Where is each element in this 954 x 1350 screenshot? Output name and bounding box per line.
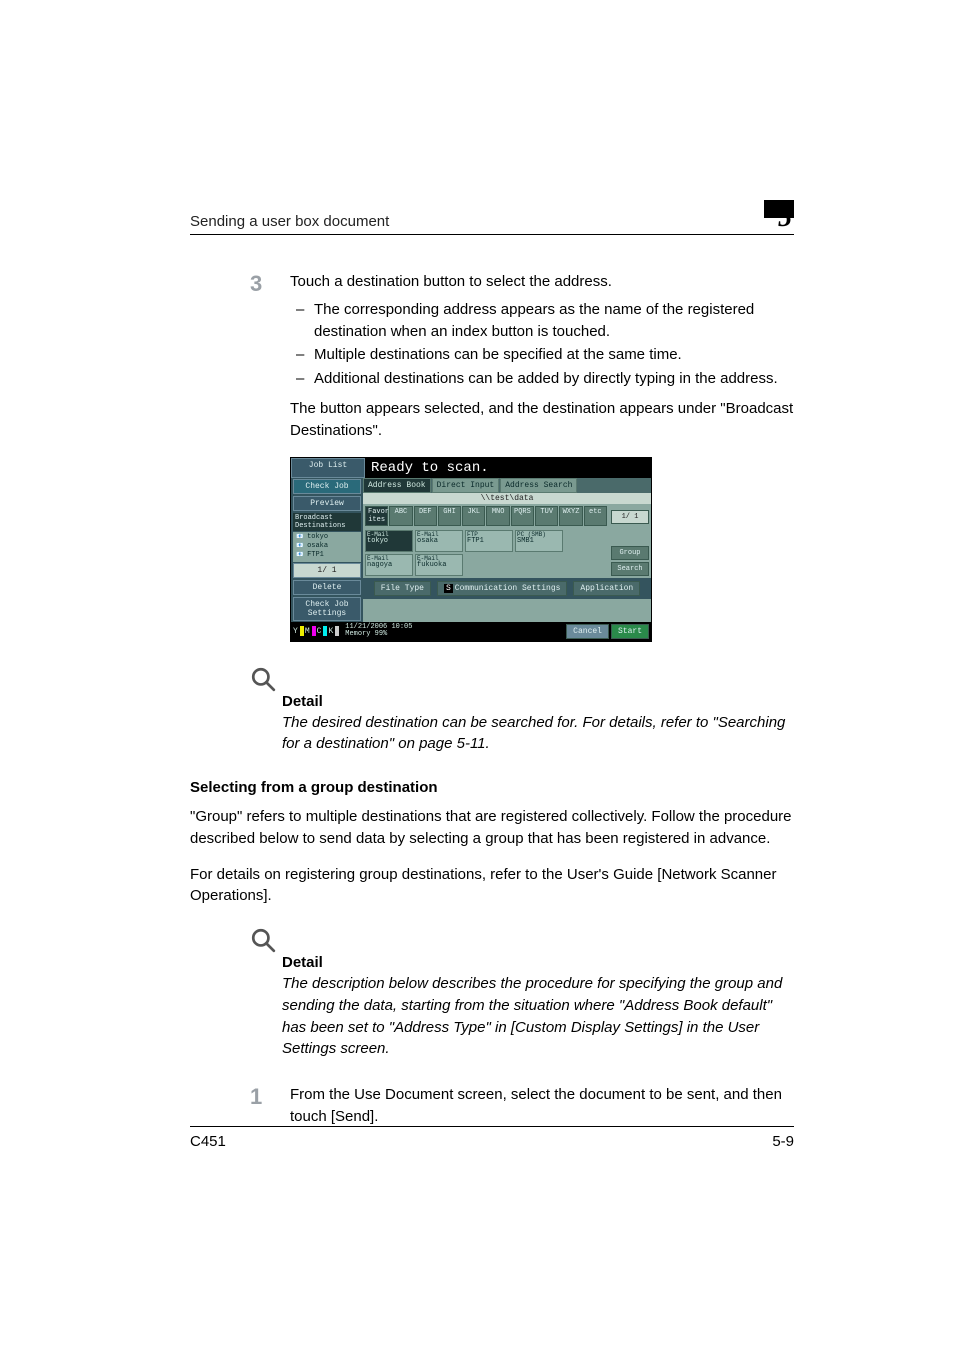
index-tab[interactable]: JKL xyxy=(462,506,485,526)
magnifier-icon xyxy=(250,666,276,692)
device-screenshot: Job List Ready to scan. Check Job Previe… xyxy=(290,457,652,641)
step-3-bullet: Additional destinations can be added by … xyxy=(290,368,794,390)
detail-text: The desired destination can be searched … xyxy=(282,712,794,756)
dest-page-indicator: 1/ 1 xyxy=(611,510,649,524)
destination-button[interactable]: E-Mailfukuoka xyxy=(415,554,463,576)
status-text: Ready to scan. xyxy=(365,458,651,478)
check-job-button[interactable]: Check Job xyxy=(293,479,361,494)
footer-model: C451 xyxy=(190,1133,226,1150)
chapter-number: 5 xyxy=(778,202,792,234)
path-display: \\test\data xyxy=(363,493,651,504)
index-tab[interactable]: DEF xyxy=(414,506,437,526)
destination-button[interactable]: E-Mailnagoya xyxy=(365,554,413,576)
index-tab[interactable]: ABC xyxy=(389,506,412,526)
tab-address-book[interactable]: Address Book xyxy=(363,478,431,493)
index-tab[interactable]: etc xyxy=(584,506,607,526)
destination-button[interactable]: E-Mailtokyo xyxy=(365,530,413,552)
job-list-button[interactable]: Job List xyxy=(291,458,365,478)
step-number-3: 3 xyxy=(250,271,290,297)
destination-button[interactable]: PC (SMB)SMB1 xyxy=(515,530,563,552)
index-tab[interactable]: WXYZ xyxy=(559,506,582,526)
destination-button[interactable]: FTPFTP1 xyxy=(465,530,513,552)
section-heading: Selecting from a group destination xyxy=(190,779,794,796)
broadcast-label: Broadcast Destinations xyxy=(293,513,361,531)
step-3-bullet: Multiple destinations can be specified a… xyxy=(290,344,794,366)
paragraph: For details on registering group destina… xyxy=(190,864,794,908)
step-3-after: The button appears selected, and the des… xyxy=(290,398,794,442)
detail-text: The description below describes the proc… xyxy=(282,973,794,1060)
destination-button[interactable]: E-Mailosaka xyxy=(415,530,463,552)
side-page-indicator: 1/ 1 xyxy=(293,563,361,578)
tab-application[interactable]: Application xyxy=(573,581,640,596)
search-button[interactable]: Search xyxy=(611,562,649,576)
broadcast-item: tokyo xyxy=(296,533,358,542)
cancel-button[interactable]: Cancel xyxy=(566,624,609,639)
memory-text: Memory 99% xyxy=(345,631,412,638)
step-3-text: Touch a destination button to select the… xyxy=(290,271,794,293)
toner-indicator: Y M C K xyxy=(291,624,341,638)
paragraph: "Group" refers to multiple destinations … xyxy=(190,806,794,850)
chapter-marker: 5 xyxy=(758,200,794,230)
tab-address-search[interactable]: Address Search xyxy=(500,478,577,493)
footer-rule xyxy=(190,1126,794,1127)
magnifier-icon xyxy=(250,927,276,953)
running-header: Sending a user box document xyxy=(190,213,389,230)
header-rule xyxy=(190,234,794,235)
start-button[interactable]: Start xyxy=(611,624,649,639)
broadcast-item: osaka xyxy=(296,542,358,551)
tab-direct-input[interactable]: Direct Input xyxy=(432,478,500,493)
index-tab[interactable]: GHI xyxy=(438,506,461,526)
step-1-text: From the Use Document screen, select the… xyxy=(290,1084,794,1128)
index-tab[interactable]: MNO xyxy=(486,506,509,526)
tab-file-type[interactable]: File Type xyxy=(374,581,431,596)
footer-page: 5-9 xyxy=(772,1133,794,1150)
index-tab[interactable]: Favor-ites xyxy=(365,506,388,526)
delete-button[interactable]: Delete xyxy=(293,580,361,595)
group-button[interactable]: Group xyxy=(611,546,649,560)
step-number-1: 1 xyxy=(250,1084,290,1110)
tab-communication[interactable]: SCommunication Settings xyxy=(437,581,567,596)
broadcast-item: FTP1 xyxy=(296,551,358,560)
check-send-button[interactable]: Check Job Settings xyxy=(293,597,361,621)
broadcast-list: tokyo osaka FTP1 xyxy=(293,532,361,561)
step-3-bullet: The corresponding address appears as the… xyxy=(290,299,794,343)
index-tab[interactable]: TUV xyxy=(535,506,558,526)
preview-button[interactable]: Preview xyxy=(293,496,361,511)
index-tab[interactable]: PQRS xyxy=(511,506,534,526)
detail-label: Detail xyxy=(282,954,794,971)
detail-label: Detail xyxy=(282,693,794,710)
